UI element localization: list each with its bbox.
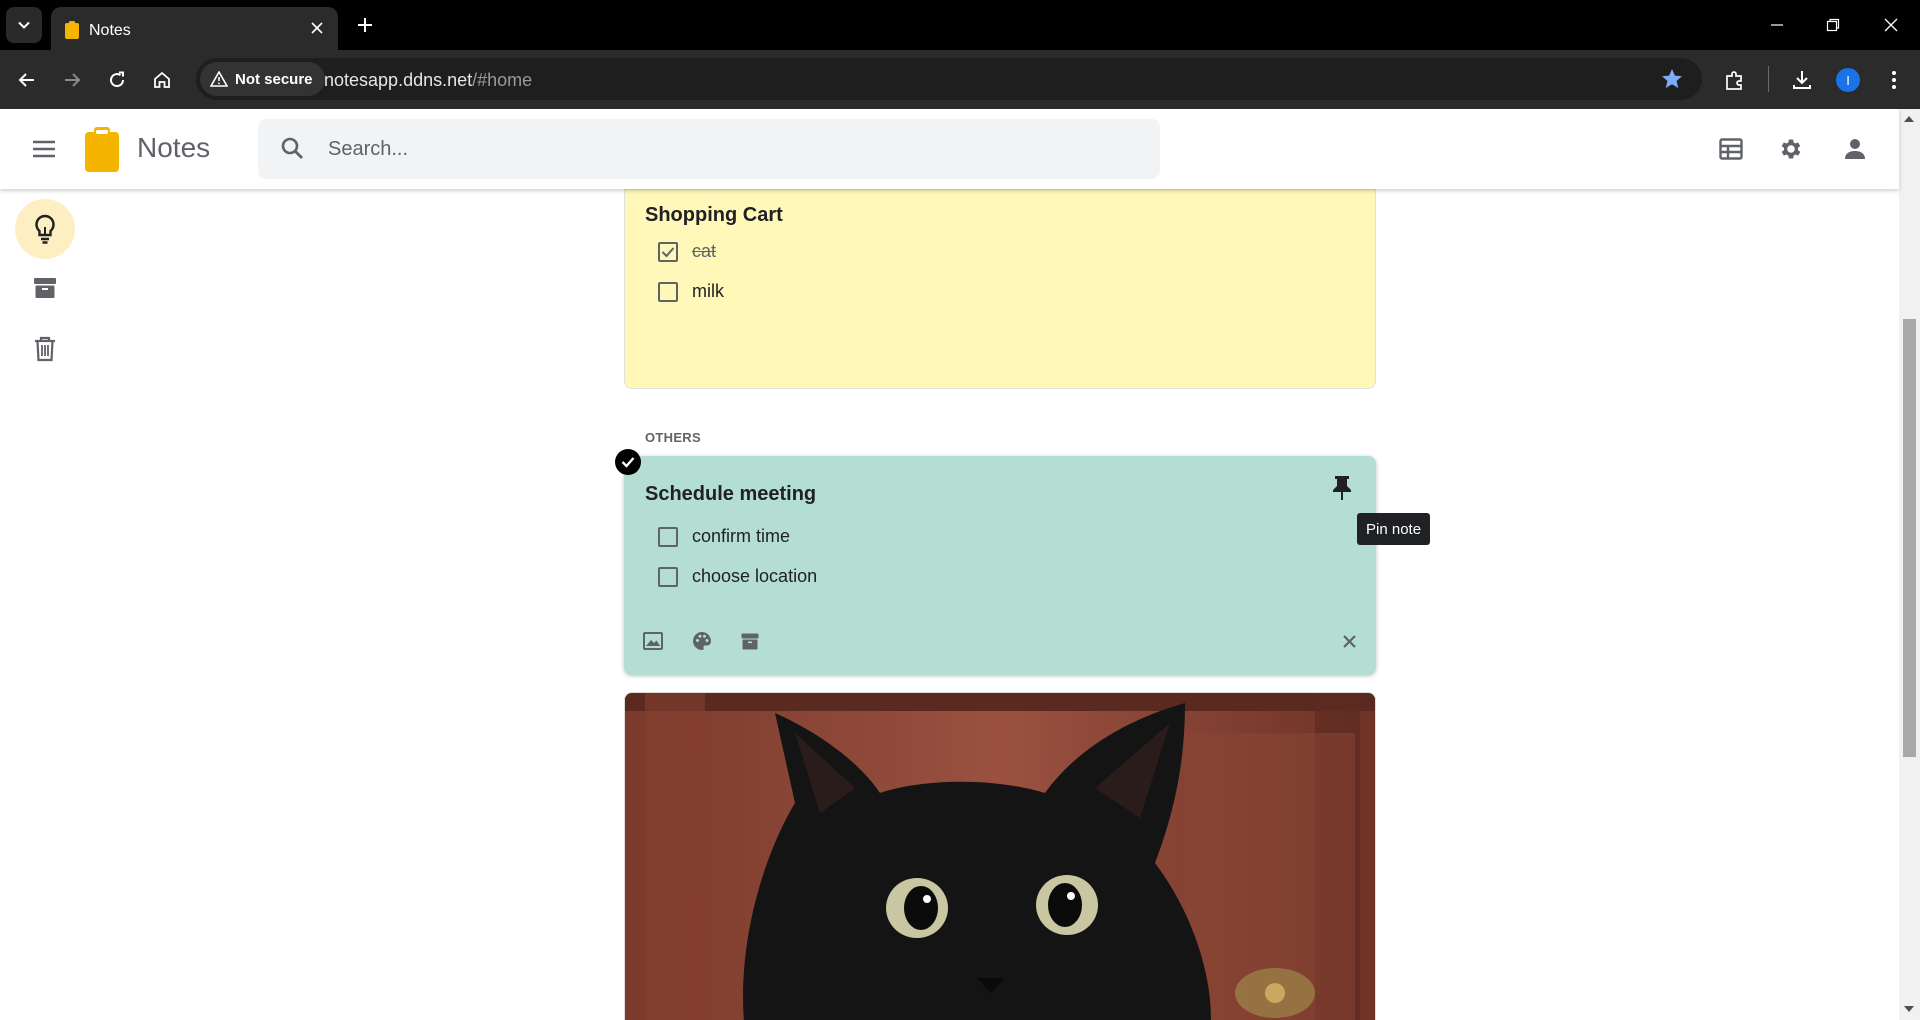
hamburger-icon xyxy=(33,140,55,158)
list-view-button[interactable] xyxy=(1713,131,1749,167)
checklist-item-text[interactable]: confirm time xyxy=(692,526,790,547)
archive-note-button[interactable] xyxy=(736,627,764,655)
archive-icon xyxy=(741,633,759,649)
browser-tab[interactable]: Notes xyxy=(51,7,338,50)
security-label: Not secure xyxy=(235,70,313,88)
search-bar xyxy=(258,119,1160,179)
lightbulb-icon xyxy=(35,214,55,244)
sidebar-item-archive[interactable] xyxy=(15,258,75,318)
gear-icon xyxy=(1781,139,1801,159)
checklist-item-text[interactable]: cat xyxy=(692,241,716,262)
add-image-button[interactable] xyxy=(639,627,667,655)
browser-toolbar: Not secure notesapp.ddns.net/#home I xyxy=(0,50,1920,109)
arrow-left-icon xyxy=(18,73,34,87)
plus-icon xyxy=(358,18,372,32)
pin-note-tooltip: Pin note xyxy=(1357,513,1431,545)
page-scrollbar[interactable] xyxy=(1899,109,1920,1020)
tab-search-button[interactable] xyxy=(6,7,42,43)
notes-app: Notes Shopping Cart cat xyxy=(0,109,1920,1020)
checkbox-checked[interactable] xyxy=(658,241,678,262)
checkbox[interactable] xyxy=(658,281,678,302)
note-card[interactable]: Schedule meeting confirm time choose loc… xyxy=(624,456,1376,675)
more-vertical-icon xyxy=(1892,71,1896,89)
checklist-item: milk xyxy=(658,281,724,302)
search-icon[interactable] xyxy=(280,136,304,165)
checklist-item: confirm time xyxy=(658,526,790,547)
close-icon xyxy=(1884,18,1898,32)
back-button[interactable] xyxy=(11,64,43,96)
pin-note-button[interactable] xyxy=(1327,473,1357,503)
note-title: Schedule meeting xyxy=(645,483,817,505)
security-indicator[interactable]: Not secure xyxy=(200,62,325,96)
person-icon xyxy=(1845,139,1865,159)
sidebar-item-notes[interactable] xyxy=(15,199,75,259)
checkmark-icon xyxy=(661,246,675,257)
new-tab-button[interactable] xyxy=(352,12,378,38)
others-section-label: OTHERS xyxy=(645,430,701,445)
forward-button[interactable] xyxy=(56,64,88,96)
image-note-card[interactable] xyxy=(624,692,1376,1020)
main-menu-button[interactable] xyxy=(26,133,62,165)
pinned-note-card[interactable]: Shopping Cart cat milk xyxy=(624,189,1376,389)
grid-view-icon xyxy=(1719,138,1743,160)
url-host: notesapp.ddns.net xyxy=(324,70,473,90)
checkbox[interactable] xyxy=(658,526,678,547)
trash-icon xyxy=(35,336,55,362)
close-icon xyxy=(1342,634,1356,648)
black-cat-photo xyxy=(625,693,1375,1020)
url-path: /#home xyxy=(472,70,533,90)
app-header: Notes xyxy=(0,109,1899,189)
notes-favicon-icon xyxy=(64,21,80,44)
restore-icon xyxy=(1826,18,1840,32)
note-title: Shopping Cart xyxy=(645,204,783,226)
toolbar-divider xyxy=(1768,66,1769,92)
image-icon xyxy=(643,632,663,650)
profile-button[interactable]: I xyxy=(1832,64,1864,96)
downloads-button[interactable] xyxy=(1786,64,1818,96)
notes-logo-icon xyxy=(84,127,120,178)
checklist-item: cat xyxy=(658,241,716,262)
browser-tab-strip: Notes xyxy=(0,0,1920,50)
change-color-button[interactable] xyxy=(688,627,716,655)
palette-icon xyxy=(693,632,711,650)
tab-title: Notes xyxy=(89,22,131,39)
minimize-button[interactable] xyxy=(1762,10,1792,40)
app-title: Notes xyxy=(137,132,211,163)
select-note-checkmark-icon[interactable] xyxy=(615,449,641,475)
warning-icon xyxy=(210,71,228,87)
browser-menu-button[interactable] xyxy=(1878,64,1910,96)
close-window-button[interactable] xyxy=(1876,10,1906,40)
pin-icon xyxy=(1333,476,1351,500)
settings-button[interactable] xyxy=(1773,131,1809,167)
restore-button[interactable] xyxy=(1818,10,1848,40)
sidebar-item-trash[interactable] xyxy=(15,319,75,379)
url-text[interactable]: notesapp.ddns.net/#home xyxy=(324,70,532,91)
arrow-right-icon xyxy=(65,73,81,87)
checklist-item: choose location xyxy=(658,566,817,587)
puzzle-icon xyxy=(1726,71,1742,90)
avatar: I xyxy=(1836,68,1860,92)
address-bar[interactable]: Not secure notesapp.ddns.net/#home xyxy=(196,58,1702,100)
tab-close-icon[interactable] xyxy=(306,17,328,39)
scroll-thumb[interactable] xyxy=(1903,319,1916,757)
archive-icon xyxy=(34,278,56,298)
extensions-button[interactable] xyxy=(1719,64,1751,96)
bookmark-star-icon[interactable] xyxy=(1660,67,1684,96)
reload-icon xyxy=(110,71,125,88)
scroll-down-arrow-icon[interactable] xyxy=(1904,1006,1914,1012)
scroll-up-arrow-icon[interactable] xyxy=(1904,116,1914,122)
home-button[interactable] xyxy=(146,64,178,96)
download-icon xyxy=(1793,71,1811,89)
reload-button[interactable] xyxy=(101,64,133,96)
close-note-button[interactable] xyxy=(1335,627,1363,655)
checklist-item-text[interactable]: milk xyxy=(692,281,724,302)
chevron-down-icon xyxy=(18,21,30,29)
checkbox[interactable] xyxy=(658,566,678,587)
checklist-item-text[interactable]: choose location xyxy=(692,566,817,587)
minimize-icon xyxy=(1771,24,1783,26)
home-icon xyxy=(154,71,170,88)
search-input[interactable] xyxy=(328,119,1128,179)
account-button[interactable] xyxy=(1837,131,1873,167)
